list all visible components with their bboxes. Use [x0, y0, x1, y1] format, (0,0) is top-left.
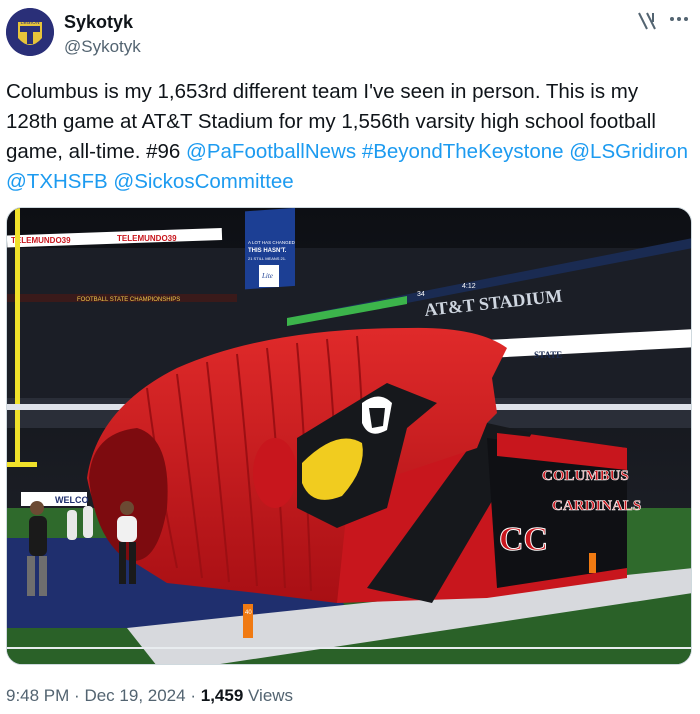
- svg-text:LEGION: LEGION: [21, 20, 40, 26]
- ad-brand: Lite: [261, 272, 273, 280]
- yard-marker: 40: [245, 610, 252, 616]
- ad-line1: A LOT HAS CHANGED: [248, 240, 296, 245]
- score-text: 34: [417, 291, 425, 298]
- post-date[interactable]: Dec 19, 2024: [84, 686, 185, 705]
- meta-separator: ·: [190, 686, 196, 705]
- mascot-line1: COLUMBUS: [542, 468, 629, 484]
- mascot-logo: CC: [499, 521, 548, 558]
- ad-line2: THIS HASN'T.: [248, 248, 287, 254]
- banner-left: TELEMUNDO39: [11, 236, 71, 245]
- post-meta: 9:48 PM · Dec 19, 2024 · 1,459 Views: [6, 686, 293, 706]
- post-time[interactable]: 9:48 PM: [6, 686, 69, 705]
- avatar-image: LEGION: [6, 8, 54, 56]
- svg-text:TELEMUNDO39: TELEMUNDO39: [117, 234, 177, 243]
- state-logo: STATE: [534, 350, 562, 360]
- post-image[interactable]: TELEMUNDO39 TELEMUNDO39 FOOTBALL STATE C…: [6, 207, 692, 665]
- author-handle[interactable]: @Sykotyk: [64, 37, 141, 57]
- more-icon[interactable]: [666, 8, 692, 30]
- author-name[interactable]: Sykotyk: [64, 12, 133, 33]
- grok-icon[interactable]: [636, 10, 658, 32]
- ribbon-text: FOOTBALL STATE CHAMPIONSHIPS: [77, 297, 180, 303]
- welcome-sign: WELCO: [55, 495, 89, 505]
- meta-separator: ·: [74, 686, 80, 705]
- mention-link[interactable]: @PaFootballNews: [186, 140, 356, 163]
- mascot-line2: CARDINALS: [552, 498, 641, 514]
- mention-link[interactable]: @TXHSFB: [6, 170, 108, 193]
- mention-link[interactable]: @SickosCommittee: [113, 170, 293, 193]
- clock-text: 4:12: [462, 283, 476, 290]
- ad-line3: 21 STILL MEANS 21.: [248, 256, 286, 261]
- views-label: Views: [248, 686, 294, 705]
- hashtag-link[interactable]: #BeyondTheKeystone: [362, 140, 564, 163]
- avatar[interactable]: LEGION: [6, 8, 54, 56]
- post-text: Columbus is my 1,653rd different team I'…: [6, 77, 694, 197]
- views-count: 1,459: [200, 686, 244, 705]
- mention-link[interactable]: @LSGridiron: [569, 140, 688, 163]
- inflatable-tunnel-photo: TELEMUNDO39 TELEMUNDO39 FOOTBALL STATE C…: [7, 208, 691, 664]
